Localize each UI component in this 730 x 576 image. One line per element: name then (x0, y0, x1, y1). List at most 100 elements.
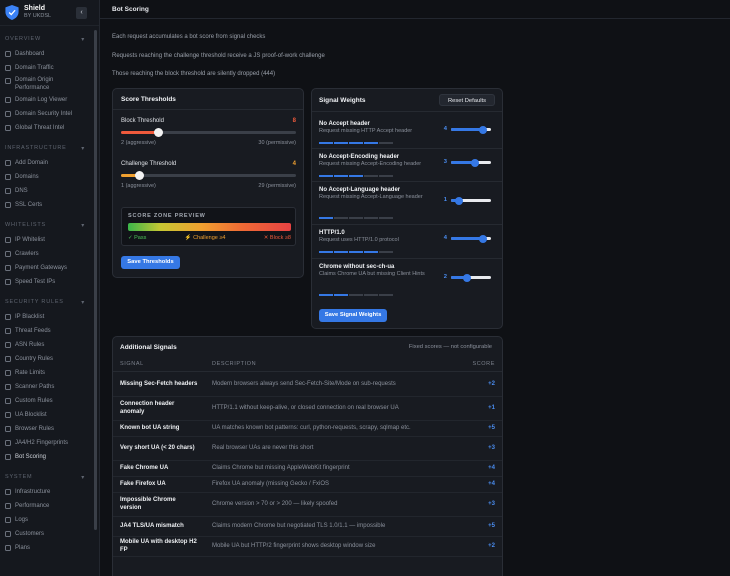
table-row: Mobile UA with desktop H2 FP Mobile UA b… (113, 536, 502, 557)
table-row: Impossible Chrome version Chrome version… (113, 492, 502, 517)
challenge-threshold-handle[interactable] (135, 171, 145, 180)
score-thresholds-title: Score Thresholds (121, 96, 176, 103)
signal-weight-score: 2 (443, 274, 447, 280)
section-infrastructure[interactable]: INFRASTRUCTURE ▾ (0, 143, 99, 153)
chevron-down-icon: ▾ (81, 36, 85, 43)
weight-segment (349, 217, 363, 219)
sidebar-item-country-rules[interactable]: Country Rules (0, 352, 99, 366)
sidebar-item-global-threat-intel[interactable]: Global Threat Intel (0, 121, 99, 135)
domain-log-viewer-icon (5, 97, 11, 103)
sidebar-item-ip-blacklist[interactable]: IP Blacklist (0, 310, 99, 324)
signal-weights-card: Signal Weights Reset Defaults No Accept … (311, 88, 503, 329)
sidebar-item-custom-rules[interactable]: Custom Rules (0, 394, 99, 408)
sidebar-item-bot-scoring[interactable]: Bot Scoring (0, 450, 99, 464)
brand-name: Shield (24, 5, 46, 12)
section-system[interactable]: SYSTEM ▾ (0, 472, 99, 482)
sidebar-item-add-domain[interactable]: Add Domain (0, 156, 99, 170)
signal-weight-handle[interactable] (455, 196, 463, 205)
section-title: SYSTEM (5, 474, 33, 480)
sidebar-item-domains[interactable]: Domains (0, 170, 99, 184)
score-thresholds-card: Score Thresholds Block Threshold 8 2 (ag… (112, 88, 304, 278)
section-security-rules[interactable]: SECURITY RULES ▾ (0, 297, 99, 307)
block-threshold-value: 8 (292, 118, 296, 124)
signal-weight-name: No Accept-Encoding header (319, 154, 400, 160)
sidebar-item-customers[interactable]: Customers (0, 527, 99, 541)
weight-divider (312, 181, 502, 182)
sidebar-scrollbar[interactable] (94, 30, 97, 530)
signal-weight-handle[interactable] (471, 158, 479, 167)
sidebar-item-label: JA4/H2 Fingerprints (15, 440, 69, 446)
sidebar-item-threat-feeds[interactable]: Threat Feeds (0, 324, 99, 338)
asn-rules-icon (5, 342, 11, 348)
signal-weight-name: HTTP/1.0 (319, 230, 345, 236)
collapse-sidebar-button[interactable]: ‹ (76, 7, 87, 19)
reset-defaults-button[interactable]: Reset Defaults (439, 94, 495, 106)
sidebar-item-logs[interactable]: Logs (0, 513, 99, 527)
sidebar-item-domain-traffic[interactable]: Domain Traffic (0, 61, 99, 75)
section-title: SECURITY RULES (5, 299, 64, 305)
block-threshold-handle[interactable] (153, 128, 163, 137)
signal-weight-handle[interactable] (479, 125, 487, 134)
sidebar-item-performance[interactable]: Performance (0, 499, 99, 513)
signal-weight-slider[interactable] (451, 196, 491, 205)
signal-score: +5 (465, 420, 502, 437)
score-zone-gradient (128, 223, 291, 231)
ssl-certs-icon (5, 202, 11, 208)
chevron-down-icon: ▾ (81, 299, 85, 306)
chevron-down-icon: ▾ (81, 474, 85, 481)
threat-feeds-icon (5, 328, 11, 334)
sidebar-item-domain-log-viewer[interactable]: Domain Log Viewer (0, 93, 99, 107)
sidebar-item-ip-whitelist[interactable]: IP Whitelist (0, 233, 99, 247)
signal-weight-slider[interactable] (451, 273, 491, 282)
signal-description: Mobile UA but HTTP/2 fingerprint shows d… (205, 536, 466, 557)
sidebar-item-infrastructure[interactable]: Infrastructure (0, 485, 99, 499)
sidebar-item-dns[interactable]: DNS (0, 184, 99, 198)
save-thresholds-button[interactable]: Save Thresholds (121, 256, 180, 269)
signal-weight-slider[interactable] (451, 158, 491, 167)
weight-segment (319, 142, 333, 144)
sidebar-item-domain-security-intel[interactable]: Domain Security Intel (0, 107, 99, 121)
challenge-threshold-control: Challenge Threshold 4 1 (aggressive) 29 … (121, 161, 296, 189)
save-signal-weights-button[interactable]: Save Signal Weights (319, 309, 387, 322)
block-threshold-slider[interactable] (121, 128, 296, 137)
signal-weight-handle[interactable] (479, 234, 487, 243)
weight-segment (334, 175, 348, 177)
sidebar-item-label: Domain Security Intel (15, 111, 73, 117)
domain-origin-performance-icon (5, 78, 11, 84)
signal-description: Claims Chrome but missing AppleWebKit fi… (205, 460, 466, 477)
weight-segment (349, 294, 363, 296)
weight-segment (334, 142, 348, 144)
sidebar-item-payment-gateways[interactable]: Payment Gateways (0, 261, 99, 275)
sidebar-item-label: Global Threat Intel (15, 125, 65, 131)
sidebar-item-asn-rules[interactable]: ASN Rules (0, 338, 99, 352)
signal-weight-description: Request missing HTTP Accept header (319, 128, 413, 134)
sidebar-item-plans[interactable]: Plans (0, 541, 99, 555)
logs-icon (5, 517, 11, 523)
sidebar-item-rate-limits[interactable]: Rate Limits (0, 366, 99, 380)
sidebar-item-crawlers[interactable]: Crawlers (0, 247, 99, 261)
section-whitelists[interactable]: WHITELISTS ▾ (0, 220, 99, 230)
dns-icon (5, 188, 11, 194)
challenge-threshold-slider[interactable] (121, 171, 296, 180)
sidebar-item-speed-test-ips[interactable]: Speed Test IPs (0, 275, 99, 289)
ua-blocklist-icon (5, 412, 11, 418)
sidebar-item-domain-origin-performance[interactable]: Domain Origin Performance (0, 75, 99, 93)
signal-weight-slider[interactable] (451, 125, 491, 134)
weight-segment (349, 251, 363, 253)
section-title: OVERVIEW (5, 36, 41, 42)
sidebar-item-ja4-h2-fingerprints[interactable]: JA4/H2 Fingerprints (0, 436, 99, 450)
card-divider (312, 111, 502, 112)
section-overview[interactable]: OVERVIEW ▾ (0, 34, 99, 44)
signal-weight-handle[interactable] (463, 273, 471, 282)
sidebar-item-ssl-certs[interactable]: SSL Certs (0, 198, 99, 212)
sidebar-item-label: Domain Log Viewer (15, 97, 68, 103)
challenge-threshold-value: 4 (292, 161, 296, 167)
sidebar-item-dashboard[interactable]: Dashboard (0, 47, 99, 61)
sidebar-item-browser-rules[interactable]: Browser Rules (0, 422, 99, 436)
signal-weight-chrome-without-sec-ch-ua: Chrome without sec-ch-ua Claims Chrome U… (319, 263, 497, 296)
sidebar-item-scanner-paths[interactable]: Scanner Paths (0, 380, 99, 394)
signal-weight-slider[interactable] (451, 234, 491, 243)
sidebar-item-ua-blocklist[interactable]: UA Blocklist (0, 408, 99, 422)
sidebar-item-label: IP Blacklist (15, 314, 45, 320)
signal-name: Connection header anomaly (113, 396, 205, 421)
